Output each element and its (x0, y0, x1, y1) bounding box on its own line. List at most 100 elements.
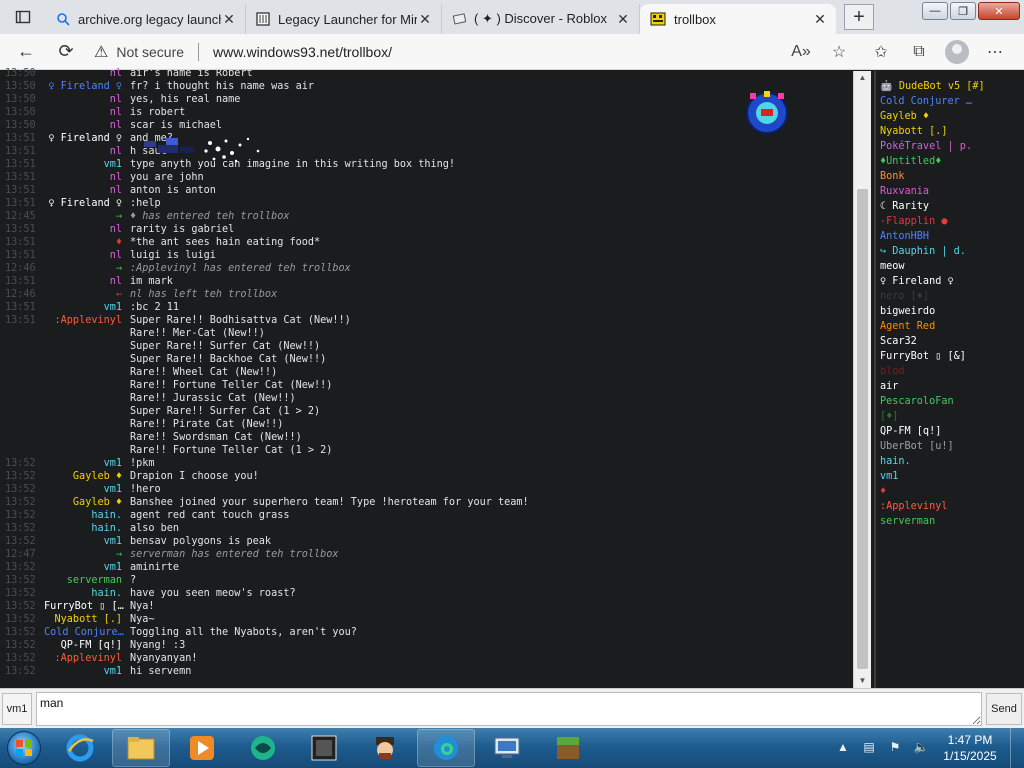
scroll-up-icon[interactable]: ▲ (854, 71, 871, 85)
taskbar-pirate-app[interactable] (356, 729, 414, 767)
user-list-item[interactable]: vm1 (880, 469, 1024, 484)
message-nick[interactable]: → (44, 548, 130, 561)
message-nick[interactable]: Cold Conjure… (44, 626, 130, 639)
settings-more-button[interactable]: ⋯ (976, 36, 1014, 68)
message-nick[interactable] (44, 379, 130, 392)
message-nick[interactable]: serverman (44, 574, 130, 587)
user-list-item[interactable]: -Flapplin ● (880, 214, 1024, 229)
message-nick[interactable]: → (44, 210, 130, 223)
user-list-item[interactable]: [♦] (880, 409, 1024, 424)
message-nick[interactable]: nl (44, 223, 130, 236)
message-input[interactable] (36, 691, 982, 726)
network-status-icon[interactable]: ▤ (861, 740, 877, 756)
taskbar-network[interactable] (478, 729, 536, 767)
message-nick[interactable] (44, 353, 130, 366)
message-nick[interactable] (44, 366, 130, 379)
message-nick[interactable]: vm1 (44, 561, 130, 574)
user-list-item[interactable]: ☾ Rarity (880, 199, 1024, 214)
tab-actions-button[interactable] (0, 0, 46, 34)
message-nick[interactable]: Nyabott [.] (44, 613, 130, 626)
user-list-item[interactable]: :Applevinyl (880, 499, 1024, 514)
message-nick[interactable]: nl (44, 93, 130, 106)
send-button[interactable]: Send (986, 692, 1022, 725)
message-nick[interactable]: ♀ Fireland ♀ (44, 80, 130, 93)
message-nick[interactable] (44, 418, 130, 431)
tab-archive[interactable]: archive.org legacy launch ✕ (46, 4, 246, 34)
tab-legacy-launcher[interactable]: Legacy Launcher for Mine ✕ (246, 4, 442, 34)
tab-roblox[interactable]: ( ✦ ) Discover - Roblox ✕ (442, 4, 640, 34)
taskbar-internet-explorer[interactable] (51, 729, 109, 767)
message-nick[interactable]: vm1 (44, 483, 130, 496)
message-nick[interactable]: FurryBot ▯ [… (44, 600, 130, 613)
user-list-item[interactable]: Cold Conjurer … (880, 94, 1024, 109)
message-nick[interactable]: ← (44, 288, 130, 301)
message-nick[interactable]: nl (44, 119, 130, 132)
user-list-item[interactable]: bigweirdo (880, 304, 1024, 319)
scroll-thumb[interactable] (857, 189, 868, 669)
user-list-item[interactable]: UberBot [u!] (880, 439, 1024, 454)
url-text[interactable]: www.windows93.net/trollbox/ (213, 44, 392, 60)
message-nick[interactable]: nl (44, 145, 130, 158)
user-list-item[interactable]: ♦ (880, 484, 1024, 499)
add-favorite-button[interactable]: ☆ (820, 36, 858, 68)
message-nick[interactable] (44, 431, 130, 444)
message-nick[interactable]: nl (44, 67, 130, 80)
reload-button[interactable]: ⟳ (46, 36, 86, 68)
close-icon[interactable]: ✕ (615, 11, 631, 28)
scroll-down-icon[interactable]: ▼ (854, 674, 871, 688)
message-nick[interactable] (44, 327, 130, 340)
user-list-item[interactable]: hain. (880, 454, 1024, 469)
message-nick[interactable]: → (44, 262, 130, 275)
message-nick[interactable]: vm1 (44, 535, 130, 548)
message-scrollbar[interactable]: ▲ ▼ (853, 71, 871, 688)
flag-icon[interactable]: ⚑ (887, 740, 903, 756)
message-nick[interactable]: Gayleb ♦ (44, 496, 130, 509)
user-list-item[interactable]: Bonk (880, 169, 1024, 184)
message-nick[interactable]: vm1 (44, 158, 130, 171)
nickname-button[interactable]: vm1 (2, 692, 32, 725)
user-list-item[interactable]: Nyabott [.] (880, 124, 1024, 139)
volume-icon[interactable]: 🔈 (913, 740, 929, 756)
taskbar-windows93[interactable] (295, 729, 353, 767)
user-list-item[interactable]: PescaroloFan (880, 394, 1024, 409)
message-nick[interactable]: hain. (44, 509, 130, 522)
message-nick[interactable]: :Applevinyl (44, 314, 130, 327)
new-tab-button[interactable]: + (844, 4, 874, 30)
favorites-button[interactable]: ✩ (862, 36, 900, 68)
user-list-item[interactable]: QP-FM [q!] (880, 424, 1024, 439)
taskbar-edge[interactable] (417, 729, 475, 767)
message-nick[interactable]: vm1 (44, 301, 130, 314)
message-nick[interactable]: ♀ Fireland ♀ (44, 132, 130, 145)
message-nick[interactable]: nl (44, 171, 130, 184)
message-nick[interactable]: ♀ Fireland ♀ (44, 197, 130, 210)
restore-button[interactable]: ❐ (950, 2, 976, 20)
taskbar-app[interactable] (234, 729, 292, 767)
start-button[interactable] (0, 728, 48, 768)
message-nick[interactable] (44, 340, 130, 353)
user-list-item[interactable]: PokéTravel | p. (880, 139, 1024, 154)
taskbar-media-player[interactable] (173, 729, 231, 767)
close-icon[interactable]: ✕ (417, 11, 433, 28)
taskbar-minecraft[interactable] (539, 729, 597, 767)
message-nick[interactable] (44, 392, 130, 405)
close-icon[interactable]: ✕ (812, 11, 828, 28)
show-hidden-icons-icon[interactable]: ▲ (835, 740, 851, 756)
collections-button[interactable]: ⧉ (900, 36, 938, 68)
message-nick[interactable]: Gayleb ♦ (44, 470, 130, 483)
show-desktop-button[interactable] (1010, 728, 1024, 768)
user-list-item[interactable]: ↪ Dauphin | d. (880, 244, 1024, 259)
minimize-button[interactable]: — (922, 2, 948, 20)
clock[interactable]: 1:47 PM 1/15/2025 (934, 732, 1006, 764)
close-icon[interactable]: ✕ (221, 11, 237, 28)
message-nick[interactable]: vm1 (44, 665, 130, 678)
not-secure-label[interactable]: Not secure (116, 44, 184, 60)
message-nick[interactable] (44, 405, 130, 418)
message-nick[interactable]: nl (44, 106, 130, 119)
user-list-item[interactable]: AntonHBH (880, 229, 1024, 244)
user-list-item[interactable]: 🤖 DudeBot v5 [#] (880, 79, 1024, 94)
user-list-item[interactable]: ♦Untitled♦ (880, 154, 1024, 169)
user-list-item[interactable]: Scar32 (880, 334, 1024, 349)
user-list-item[interactable]: meow (880, 259, 1024, 274)
profile-button[interactable] (938, 36, 976, 68)
tab-trollbox[interactable]: trollbox ✕ (640, 4, 836, 34)
